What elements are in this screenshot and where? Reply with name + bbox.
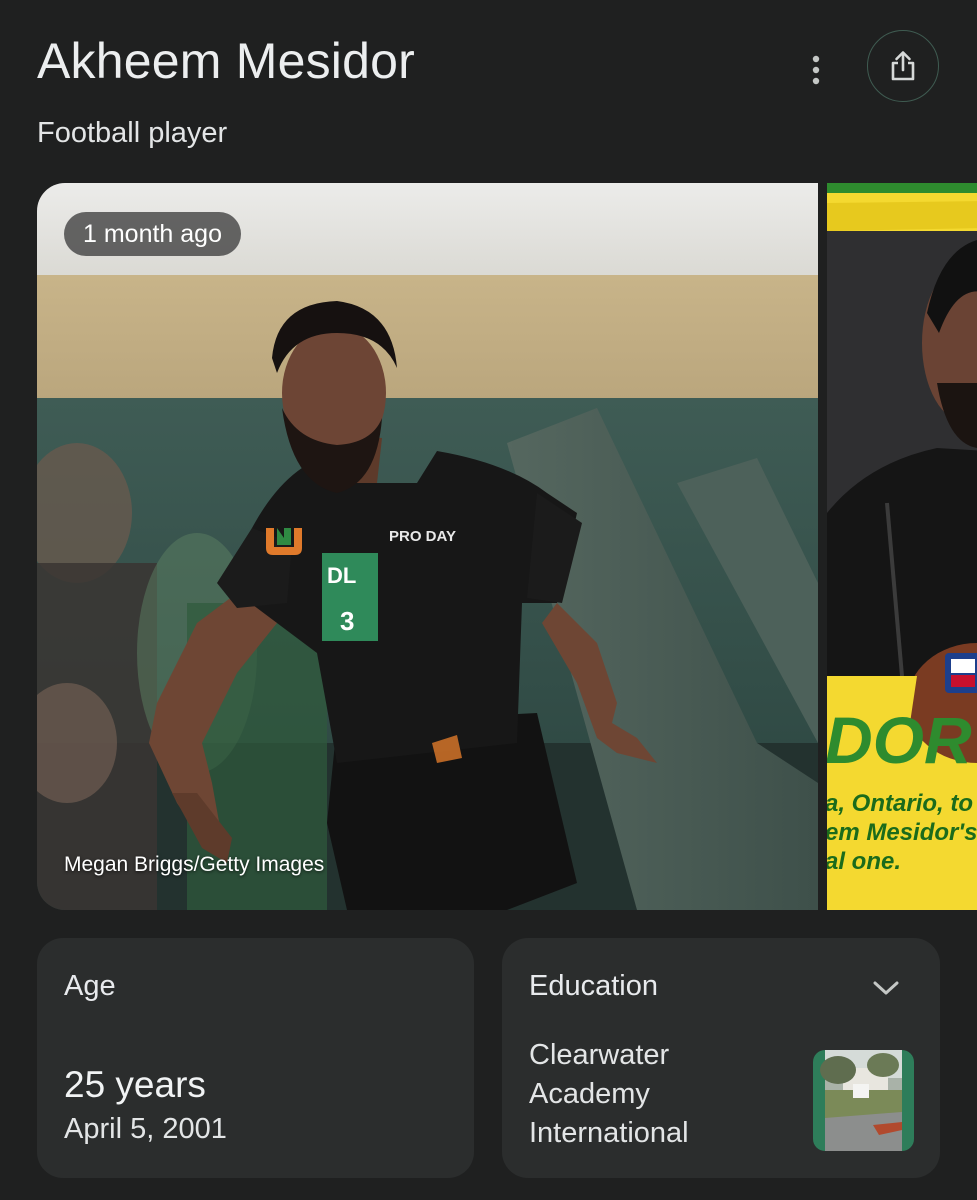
jersey-text: DL xyxy=(327,563,356,588)
school-photo xyxy=(813,1050,914,1151)
age-label: Age xyxy=(64,970,116,1002)
image-credit: Megan Briggs/Getty Images xyxy=(64,853,325,876)
share-button[interactable] xyxy=(867,30,939,102)
chest-text: PRO DAY xyxy=(389,528,456,545)
image-carousel[interactable]: PRO DAY DL 3 1 month ago Megan Briggs/Ge… xyxy=(37,183,977,910)
chevron-down-icon xyxy=(873,981,899,995)
time-badge: 1 month ago xyxy=(64,212,241,256)
promo-caption-1: a, Ontario, to t xyxy=(827,790,977,817)
page-subtitle: Football player xyxy=(37,117,228,149)
promo-photo: DOR a, Ontario, to t em Mesidor's al one… xyxy=(827,183,977,910)
education-card[interactable]: Education Clearwater Academy Internation… xyxy=(502,938,940,1178)
school-thumbnail[interactable] xyxy=(813,1050,914,1151)
share-icon xyxy=(891,51,915,81)
age-value: 25 years xyxy=(64,1064,206,1105)
carousel-image-main[interactable]: PRO DAY DL 3 1 month ago Megan Briggs/Ge… xyxy=(37,183,818,910)
more-vert-icon xyxy=(812,55,820,85)
birth-date: April 5, 2001 xyxy=(64,1113,227,1145)
knowledge-panel: Akheem Mesidor Football player PRO DAY D… xyxy=(0,0,977,1200)
promo-caption-2: em Mesidor's xyxy=(827,819,977,846)
player-photo: PRO DAY DL 3 xyxy=(37,183,818,910)
jersey-number: 3 xyxy=(340,606,354,636)
school-name: Clearwater Academy International xyxy=(529,1039,689,1149)
promo-caption-3: al one. xyxy=(827,848,901,875)
more-options-button[interactable] xyxy=(796,50,836,90)
age-card[interactable]: Age 25 years April 5, 2001 xyxy=(37,938,474,1178)
education-label: Education xyxy=(529,970,658,1002)
carousel-image-second[interactable]: DOR a, Ontario, to t em Mesidor's al one… xyxy=(827,183,977,910)
promo-headline: DOR xyxy=(827,703,972,777)
page-title: Akheem Mesidor xyxy=(37,33,415,89)
expand-button[interactable] xyxy=(868,970,904,1006)
